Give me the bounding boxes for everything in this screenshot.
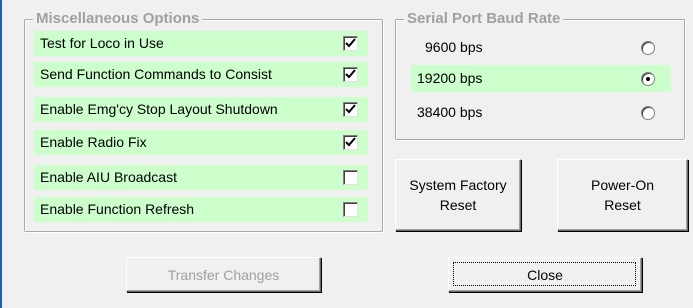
baud-option-9600[interactable]: 9600 bps [411,34,671,61]
option-send-function-commands[interactable]: Send Function Commands to Consist [34,62,368,87]
emergency-stop-checkbox[interactable] [343,102,358,117]
check-icon [345,69,356,79]
check-icon [345,104,356,114]
system-factory-reset-button[interactable]: System Factory Reset [395,159,521,231]
baud-9600-radio[interactable] [641,41,655,55]
check-icon [345,137,356,147]
baud-rate-group: Serial Port Baud Rate 9600 bps 19200 bps… [395,10,685,140]
option-label: Enable Emg'cy Stop Layout Shutdown [40,101,278,117]
baud-label: 38400 bps [417,104,483,120]
baud-option-38400[interactable]: 38400 bps [411,99,671,126]
transfer-changes-button[interactable]: Transfer Changes [126,257,321,292]
close-button[interactable]: Close [448,257,642,292]
baud-option-19200[interactable]: 19200 bps [411,65,671,92]
option-label: Enable Function Refresh [40,201,195,217]
baud-19200-radio[interactable] [641,72,655,86]
radio-dot [646,77,650,81]
window-edge [0,0,2,308]
check-icon [345,38,356,48]
option-enable-radio-fix[interactable]: Enable Radio Fix [34,130,368,155]
baud-label: 9600 bps [425,39,483,55]
test-loco-checkbox[interactable] [343,36,358,51]
option-label: Enable AIU Broadcast [40,169,177,185]
misc-options-title: Miscellaneous Options [33,10,203,28]
function-refresh-checkbox[interactable] [343,202,358,217]
option-label: Enable Radio Fix [40,134,147,150]
option-label: Test for Loco in Use [40,35,164,51]
power-on-reset-button[interactable]: Power-On Reset [557,159,688,231]
baud-rate-title: Serial Port Baud Rate [404,10,564,28]
radio-fix-checkbox[interactable] [343,135,358,150]
option-test-loco-in-use[interactable]: Test for Loco in Use [34,31,368,56]
send-function-checkbox[interactable] [343,67,358,82]
option-label: Send Function Commands to Consist [40,66,272,82]
option-enable-function-refresh[interactable]: Enable Function Refresh [34,197,368,222]
baud-38400-radio[interactable] [641,106,655,120]
close-button-label: Close [527,266,563,283]
misc-options-group: Miscellaneous Options Test for Loco in U… [24,10,383,232]
aiu-broadcast-checkbox[interactable] [343,170,358,185]
option-enable-aiu-broadcast[interactable]: Enable AIU Broadcast [34,165,368,190]
option-emergency-stop-shutdown[interactable]: Enable Emg'cy Stop Layout Shutdown [34,97,368,122]
baud-label: 19200 bps [417,70,483,86]
